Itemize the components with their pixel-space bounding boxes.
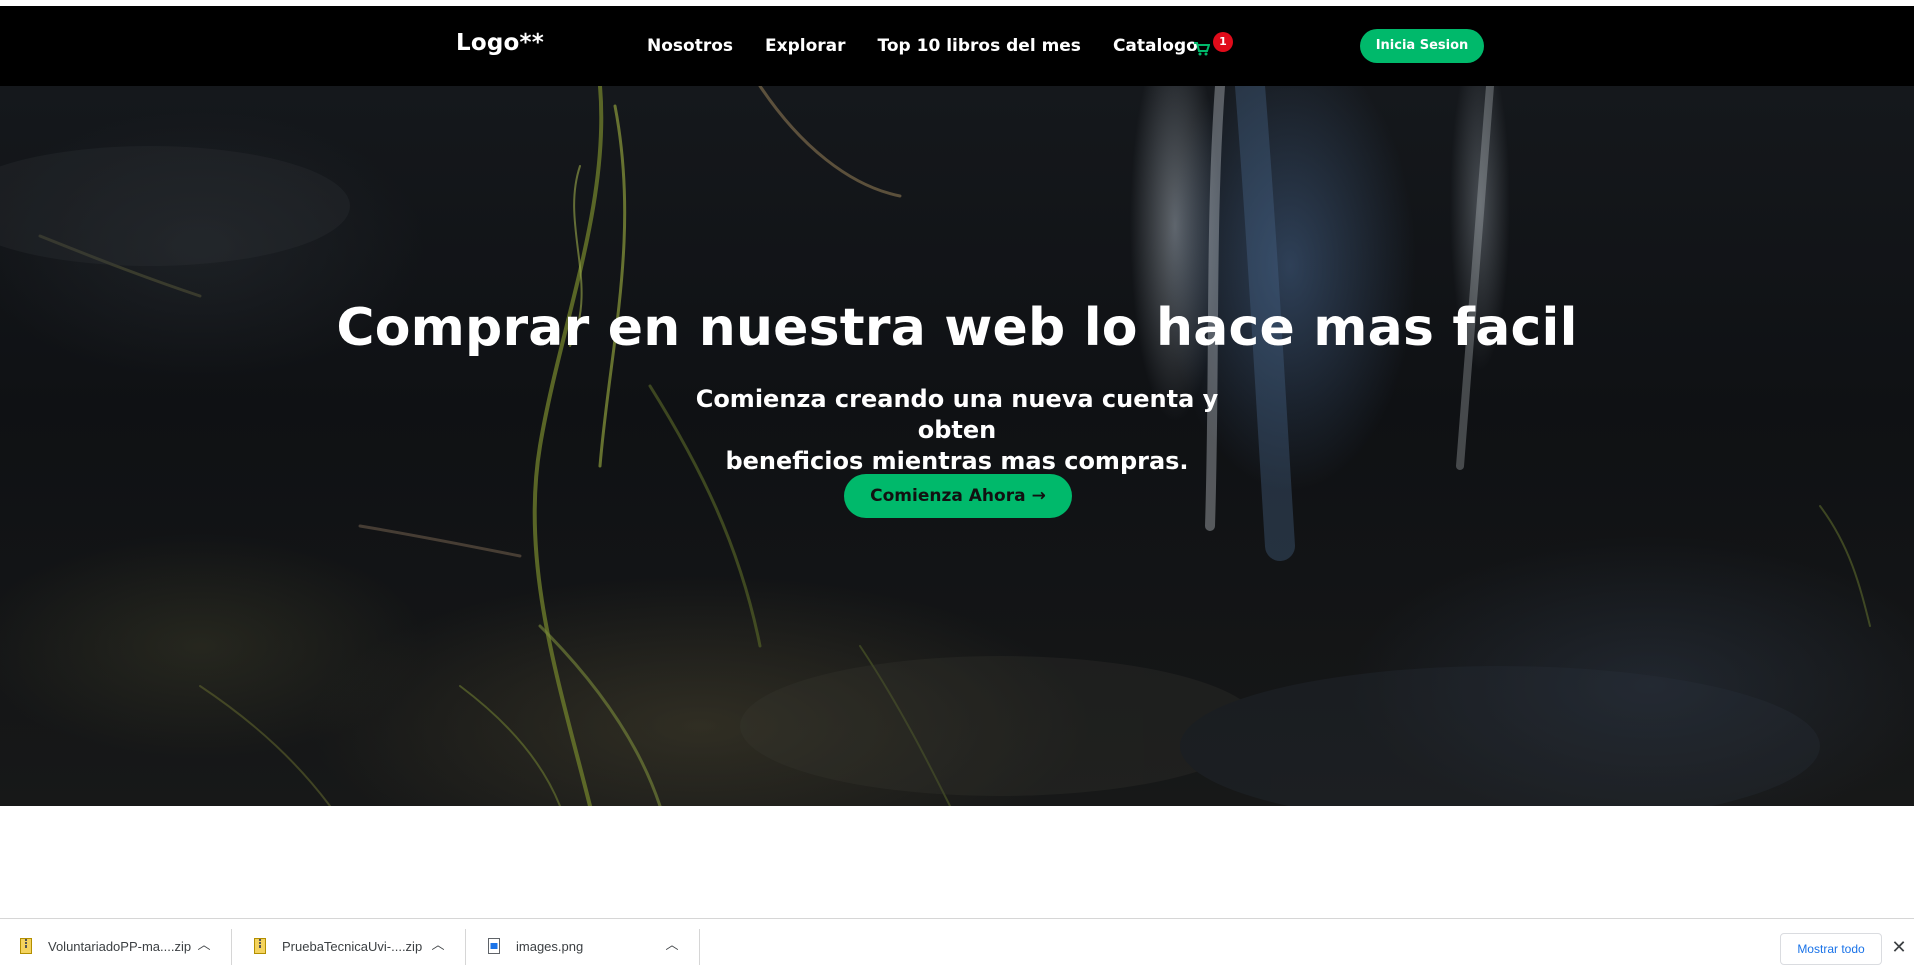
arrow-right-icon: → <box>1031 486 1046 506</box>
cart-button[interactable]: 1 <box>1192 32 1233 66</box>
start-now-button[interactable]: Comienza Ahora → <box>844 474 1072 518</box>
download-name: images.png <box>516 939 584 954</box>
nav-link-catalogo[interactable]: Catalogo <box>1113 36 1198 56</box>
cart-count-badge: 1 <box>1213 32 1233 52</box>
hero-subtitle-line-2: beneficios mientras mas compras. <box>725 447 1189 475</box>
download-item[interactable]: PruebaTecnicaUvi-....zip ︿ <box>234 929 466 965</box>
start-now-label: Comienza Ahora <box>870 486 1026 506</box>
chevron-up-icon[interactable]: ︿ <box>429 937 447 955</box>
zip-file-icon <box>254 938 266 958</box>
nav-links: Nosotros Explorar Top 10 libros del mes … <box>647 36 1230 56</box>
show-all-button[interactable]: Mostrar todo <box>1780 933 1882 965</box>
hero-section: Comprar en nuestra web lo hace mas facil… <box>0 86 1914 806</box>
navbar: Logo** Nosotros Explorar Top 10 libros d… <box>0 6 1914 86</box>
hero-subtitle: Comienza creando una nueva cuenta y obte… <box>657 384 1257 477</box>
download-item[interactable]: VoluntariadoPP-ma....zip ︿ <box>0 929 232 965</box>
image-file-icon <box>488 938 500 958</box>
hero-subtitle-line-1: Comienza creando una nueva cuenta y obte… <box>695 385 1219 444</box>
chevron-up-icon[interactable]: ︿ <box>663 937 681 955</box>
logo[interactable]: Logo** <box>456 30 544 56</box>
download-bar: VoluntariadoPP-ma....zip ︿ PruebaTecnica… <box>0 918 1914 974</box>
chevron-up-icon[interactable]: ︿ <box>195 937 213 955</box>
download-name: PruebaTecnicaUvi-....zip <box>282 939 423 954</box>
nav-link-nosotros[interactable]: Nosotros <box>647 36 733 56</box>
nav-link-explorar[interactable]: Explorar <box>765 36 846 56</box>
nav-link-top10[interactable]: Top 10 libros del mes <box>878 36 1081 56</box>
close-icon[interactable]: ✕ <box>1890 935 1908 961</box>
download-name: VoluntariadoPP-ma....zip <box>48 939 192 954</box>
hero-title: Comprar en nuestra web lo hace mas facil <box>336 298 1578 358</box>
download-item[interactable]: images.png ︿ <box>468 929 700 965</box>
zip-file-icon <box>20 938 32 958</box>
login-button[interactable]: Inicia Sesion <box>1360 29 1484 63</box>
